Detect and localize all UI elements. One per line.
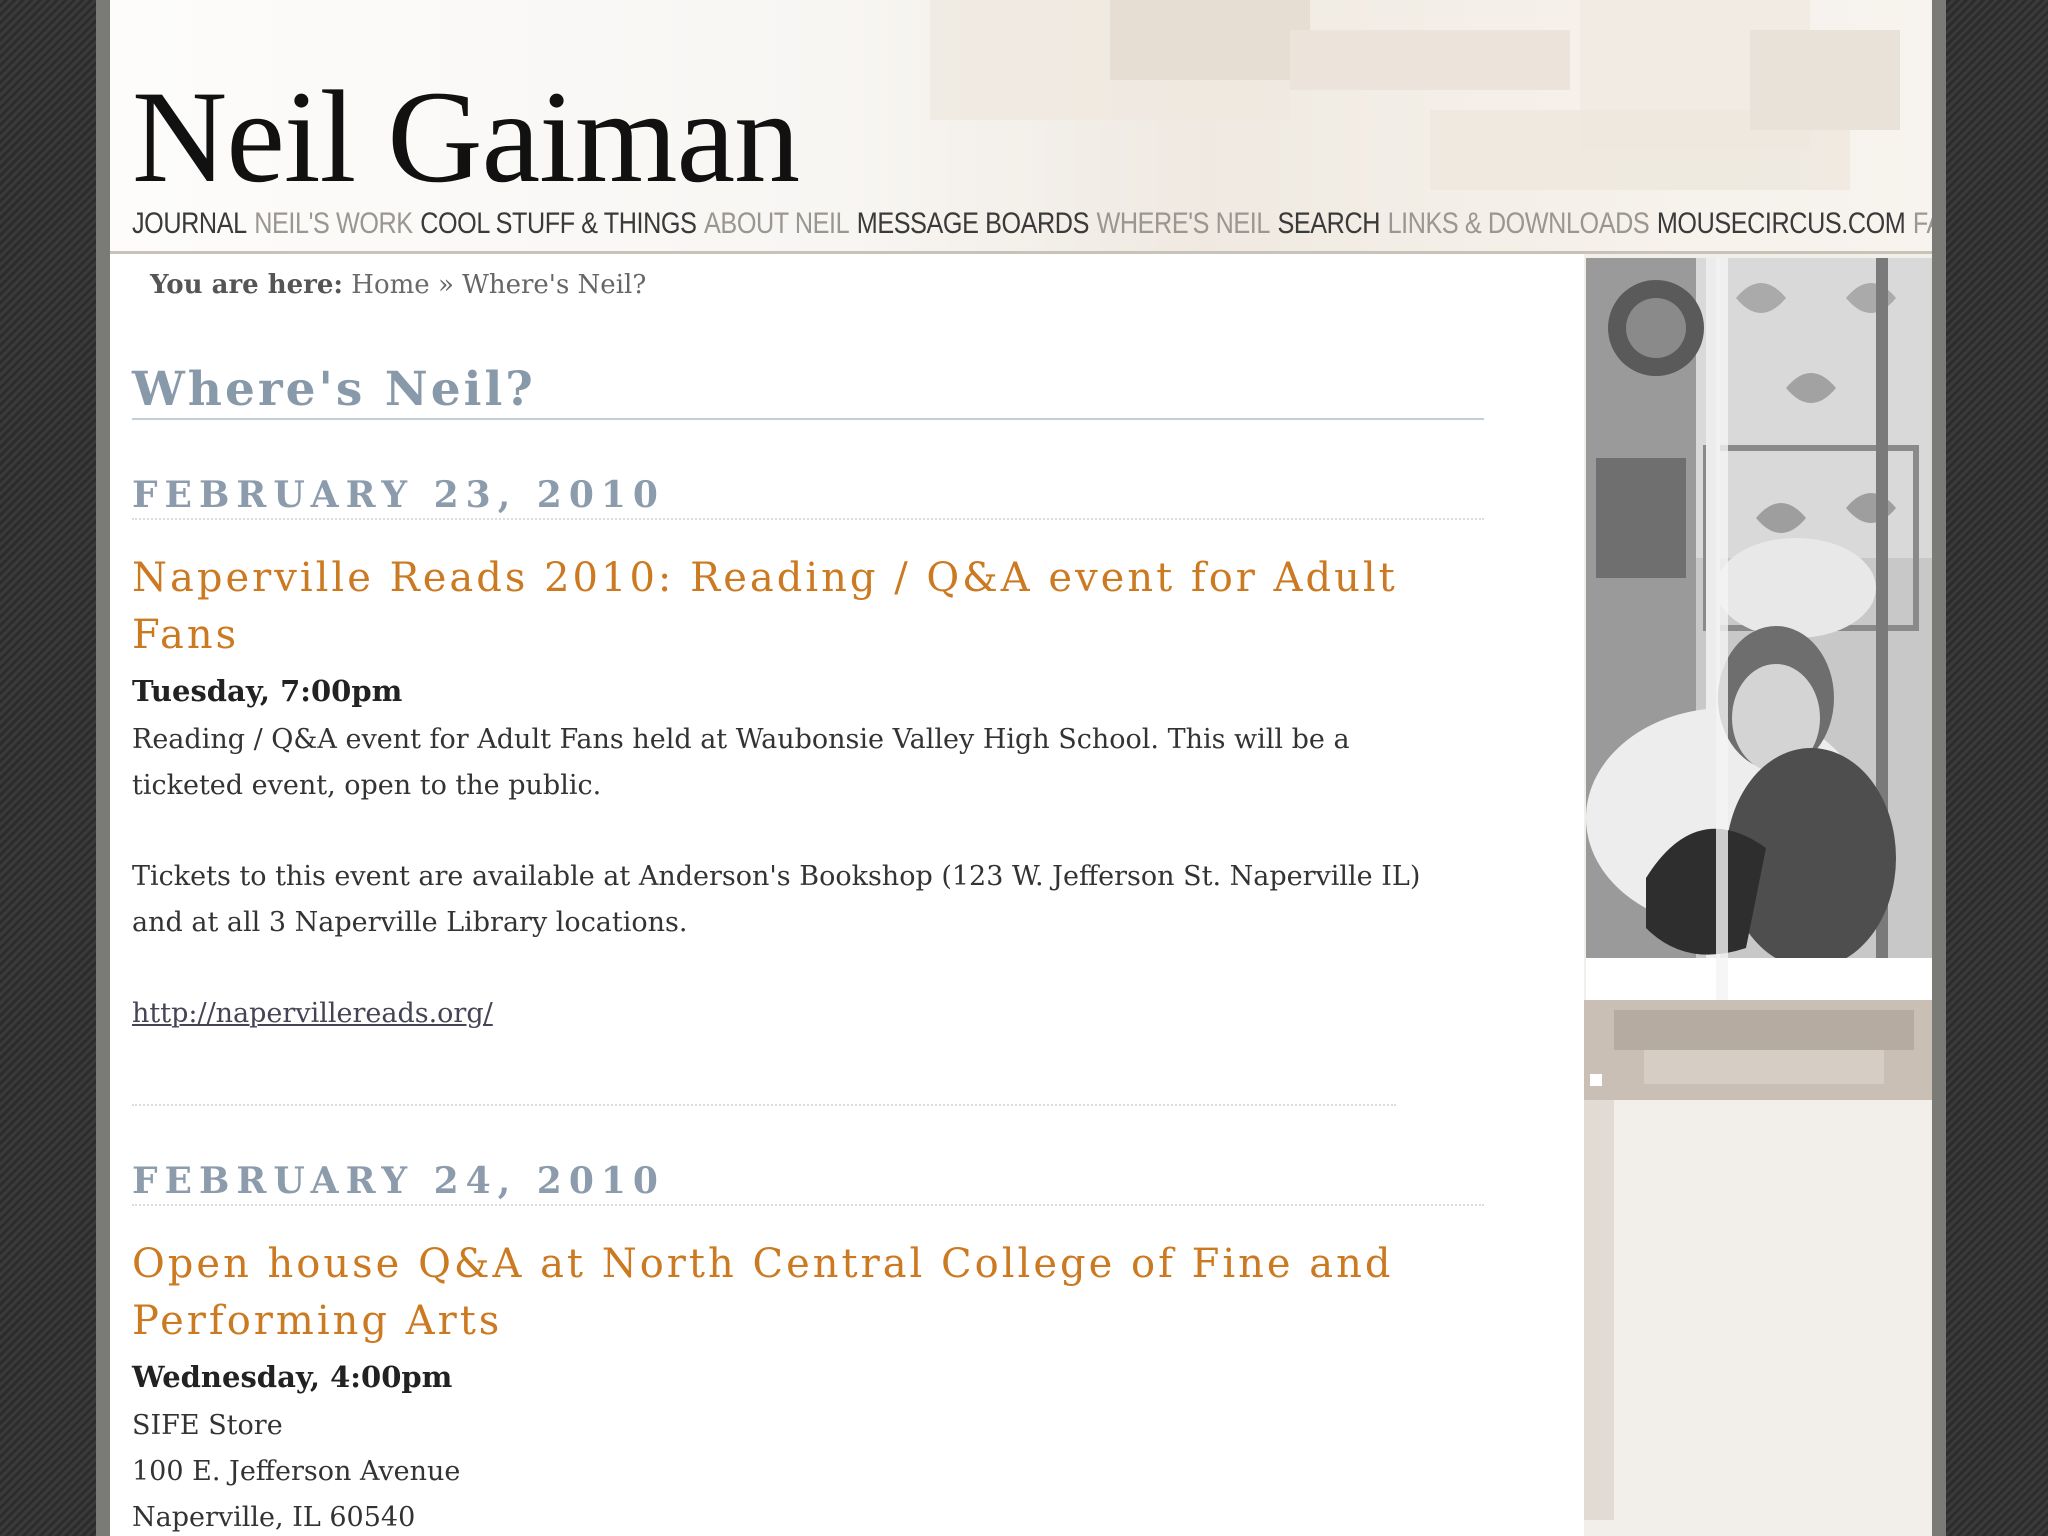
sidebar-texture bbox=[1614, 1010, 1914, 1050]
event-tickets-info: Tickets to this event are available at A… bbox=[132, 861, 1421, 938]
page-frame: Neil Gaiman JOURNAL NEIL'S WORK COOL STU… bbox=[96, 0, 1946, 1536]
nav-links-downloads[interactable]: LINKS & DOWNLOADS bbox=[1388, 207, 1650, 241]
nav-neils-work[interactable]: NEIL'S WORK bbox=[254, 207, 413, 241]
event-title[interactable]: Open house Q&A at North Central College … bbox=[132, 1236, 1432, 1350]
date-divider bbox=[132, 518, 1484, 520]
nav-search[interactable]: SEARCH bbox=[1277, 207, 1380, 241]
carousel-photo bbox=[1586, 258, 1932, 1000]
header-texture bbox=[1290, 30, 1570, 90]
event-time: Wednesday, 4:00pm bbox=[132, 1360, 453, 1394]
breadcrumb-prefix: You are here: bbox=[150, 270, 344, 300]
header-texture bbox=[1110, 0, 1310, 80]
breadcrumb-current: Where's Neil? bbox=[462, 270, 647, 300]
breadcrumb-home-link[interactable]: Home bbox=[351, 270, 429, 300]
nav-about-neil[interactable]: ABOUT NEIL bbox=[704, 207, 850, 241]
nav-journal[interactable]: JOURNAL bbox=[132, 207, 247, 241]
site-header: Neil Gaiman JOURNAL NEIL'S WORK COOL STU… bbox=[110, 0, 1932, 254]
page-sheet: Neil Gaiman JOURNAL NEIL'S WORK COOL STU… bbox=[110, 0, 1932, 1536]
site-title: Neil Gaiman bbox=[132, 63, 800, 210]
event-link[interactable]: http://napervillereads.org/ bbox=[132, 998, 493, 1029]
event-separator bbox=[132, 1104, 1396, 1106]
breadcrumb: You are here: Home » Where's Neil? bbox=[150, 270, 646, 300]
sidebar-texture bbox=[1590, 1074, 1602, 1086]
main-nav: JOURNAL NEIL'S WORK COOL STUFF & THINGS … bbox=[132, 200, 1932, 248]
event-title[interactable]: Naperville Reads 2010: Reading / Q&A eve… bbox=[132, 550, 1432, 664]
header-texture bbox=[1750, 30, 1900, 130]
event-description: Reading / Q&A event for Adult Fans held … bbox=[132, 724, 1350, 801]
date-divider bbox=[132, 1204, 1484, 1206]
sidebar-texture bbox=[1644, 1050, 1884, 1084]
sidebar-texture bbox=[1584, 1100, 1614, 1520]
breadcrumb-separator: » bbox=[437, 270, 454, 300]
nav-message-boards[interactable]: MESSAGE BOARDS bbox=[857, 207, 1090, 241]
nav-cool-stuff[interactable]: COOL STUFF & THINGS bbox=[420, 207, 697, 241]
address-line: Naperville, IL 60540 bbox=[132, 1502, 416, 1533]
address-line: 100 E. Jefferson Avenue bbox=[132, 1456, 461, 1487]
event-address: SIFE Store 100 E. Jefferson Avenue Naper… bbox=[132, 1403, 1432, 1536]
event-date: FEBRUARY 23, 2010 bbox=[132, 474, 665, 516]
event-link-paragraph: http://napervillereads.org/ bbox=[132, 991, 1432, 1037]
event-date: FEBRUARY 24, 2010 bbox=[132, 1160, 665, 1202]
address-line: SIFE Store bbox=[132, 1410, 283, 1441]
carousel-photo-image bbox=[1586, 258, 1932, 1000]
page-title: Where's Neil? bbox=[132, 362, 536, 417]
nav-wheres-neil[interactable]: WHERE'S NEIL bbox=[1097, 207, 1271, 241]
title-rule bbox=[132, 418, 1484, 420]
nav-faqs[interactable]: FAQs bbox=[1913, 207, 1932, 241]
event-time: Tuesday, 7:00pm bbox=[132, 674, 403, 708]
nav-mousecircus[interactable]: MOUSECIRCUS.COM bbox=[1657, 207, 1906, 241]
